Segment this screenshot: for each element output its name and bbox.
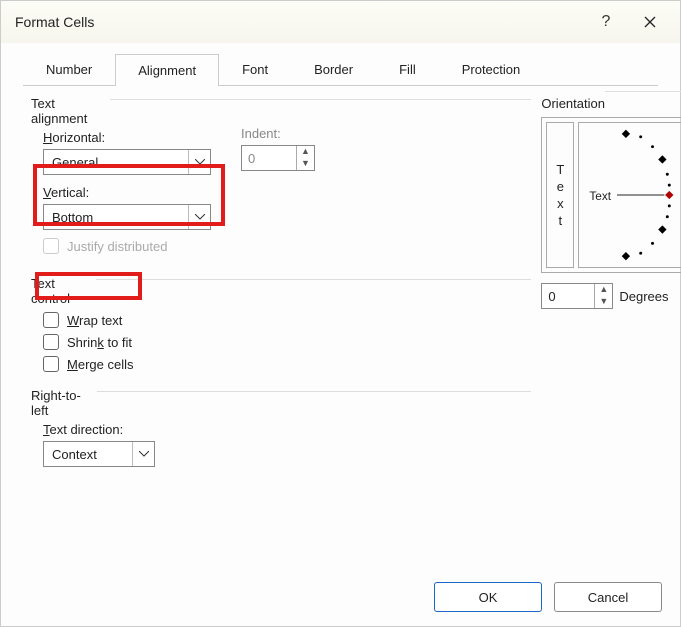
rtl-section: Right-to-left (31, 388, 531, 418)
indent-label: Indent: (241, 126, 315, 141)
text-direction-label: Text direction: (43, 422, 531, 437)
cancel-button[interactable]: Cancel (554, 582, 662, 612)
orientation-section: Orientation (541, 96, 681, 111)
chevron-down-icon (132, 442, 154, 466)
horizontal-select[interactable]: General (43, 149, 211, 175)
spinner-up-icon[interactable]: ▲ (595, 284, 612, 296)
tab-number[interactable]: Number (23, 53, 115, 85)
horizontal-label: Horizontal: (43, 130, 211, 145)
dialog-title: Format Cells (15, 14, 584, 30)
help-button[interactable]: ? (584, 7, 628, 37)
justify-distributed-checkbox: Justify distributed (43, 238, 211, 254)
chevron-down-icon (188, 150, 210, 174)
degrees-label: Degrees (619, 289, 668, 304)
tab-protection[interactable]: Protection (439, 53, 544, 85)
close-button[interactable] (628, 7, 672, 37)
format-cells-dialog: Format Cells ? Number Alignment Font Bor… (0, 0, 681, 627)
orientation-box: Text Text (541, 117, 681, 273)
ok-button[interactable]: OK (434, 582, 542, 612)
tab-font[interactable]: Font (219, 53, 291, 85)
text-direction-select[interactable]: Context (43, 441, 155, 467)
tab-border[interactable]: Border (291, 53, 376, 85)
orientation-dial[interactable]: Text (578, 122, 681, 268)
close-icon (644, 16, 656, 28)
chevron-down-icon (188, 205, 210, 229)
spinner-down-icon[interactable]: ▼ (297, 158, 314, 170)
tab-fill[interactable]: Fill (376, 53, 439, 85)
wrap-text-checkbox[interactable]: Wrap text (43, 312, 531, 328)
text-alignment-section: Text alignment (31, 96, 531, 126)
spinner-down-icon[interactable]: ▼ (595, 296, 612, 308)
vertical-label: Vertical: (43, 185, 211, 200)
tab-alignment[interactable]: Alignment (115, 54, 219, 86)
merge-cells-checkbox[interactable]: Merge cells (43, 356, 531, 372)
degrees-spinner[interactable]: 0 ▲ ▼ (541, 283, 613, 309)
titlebar: Format Cells ? (1, 1, 680, 43)
spinner-up-icon[interactable]: ▲ (297, 146, 314, 158)
shrink-to-fit-checkbox[interactable]: Shrink to fit (43, 334, 531, 350)
vertical-text-button[interactable]: Text (546, 122, 574, 268)
orientation-text-label: Text (590, 189, 612, 203)
indent-spinner[interactable]: 0 ▲ ▼ (241, 145, 315, 171)
vertical-select[interactable]: Bottom (43, 204, 211, 230)
text-control-section: Text control (31, 276, 531, 306)
tab-strip: Number Alignment Font Border Fill Protec… (23, 53, 658, 86)
